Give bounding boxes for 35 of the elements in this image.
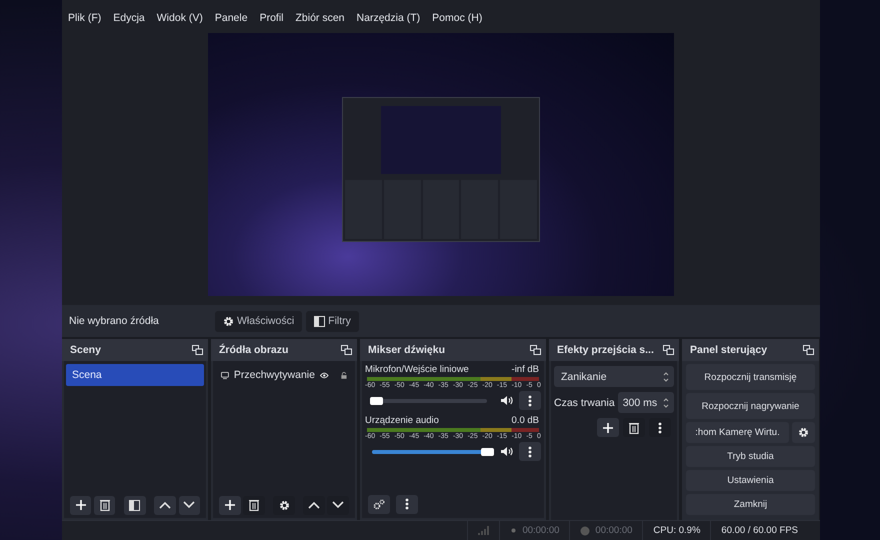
stream-time: 00:00:00	[522, 525, 560, 536]
duration-label: Czas trwania	[554, 396, 615, 408]
control-button[interactable]: Tryb studia	[686, 446, 815, 467]
menu-item[interactable]: Plik (F)	[68, 12, 102, 24]
channel-name: Urządzenie audio	[365, 415, 439, 426]
virtual-camera-button[interactable]: :hom Kamerę Wirtu.	[686, 422, 789, 443]
scene-item[interactable]: Scena	[66, 364, 204, 386]
control-button[interactable]: Rozpocznij nagrywanie	[686, 393, 815, 419]
dock-title: Efekty przejścia s...	[557, 344, 654, 356]
dock-title: Mikser dźwięku	[368, 344, 446, 356]
control-button[interactable]: Ustawienia	[686, 470, 815, 491]
cpu-usage: CPU: 0.9%	[653, 525, 700, 536]
no-source-label: Nie wybrano źródła	[69, 315, 160, 327]
source-item[interactable]: Przechwytywanie	[215, 364, 353, 386]
menu-item[interactable]: Profil	[260, 12, 284, 24]
filters-button[interactable]: Filtry	[306, 310, 359, 332]
menu-item[interactable]: Pomoc (H)	[432, 12, 482, 24]
menu-item[interactable]: Narzędzia (T)	[356, 12, 420, 24]
record-time: 00:00:00	[595, 525, 632, 536]
duration-spinbox[interactable]: 300 ms	[618, 392, 674, 413]
menu-item[interactable]: Zbiór scen	[296, 12, 345, 24]
fps-reading: 60.00 / 60.00 FPS	[721, 525, 798, 536]
volume-reading: 0.0 dB	[512, 415, 539, 426]
menu-item[interactable]: Panele	[214, 12, 248, 24]
properties-button[interactable]: Właściwości	[215, 310, 302, 332]
control-button[interactable]: Zamknij	[686, 494, 815, 515]
control-button[interactable]: Rozpocznij transmisję	[686, 364, 815, 390]
menu-item[interactable]: Edycja	[113, 12, 145, 24]
transition-select[interactable]: Zanikanie	[554, 366, 674, 387]
menu-item[interactable]: Widok (V)	[156, 12, 203, 24]
dock-title: Sceny	[70, 344, 101, 356]
dock-title: Panel sterujący	[690, 344, 768, 356]
dock-title: Źródła obrazu	[219, 344, 288, 356]
volume-reading: -inf dB	[512, 364, 539, 375]
channel-name: Mikrofon/Wejście liniowe	[365, 364, 469, 375]
